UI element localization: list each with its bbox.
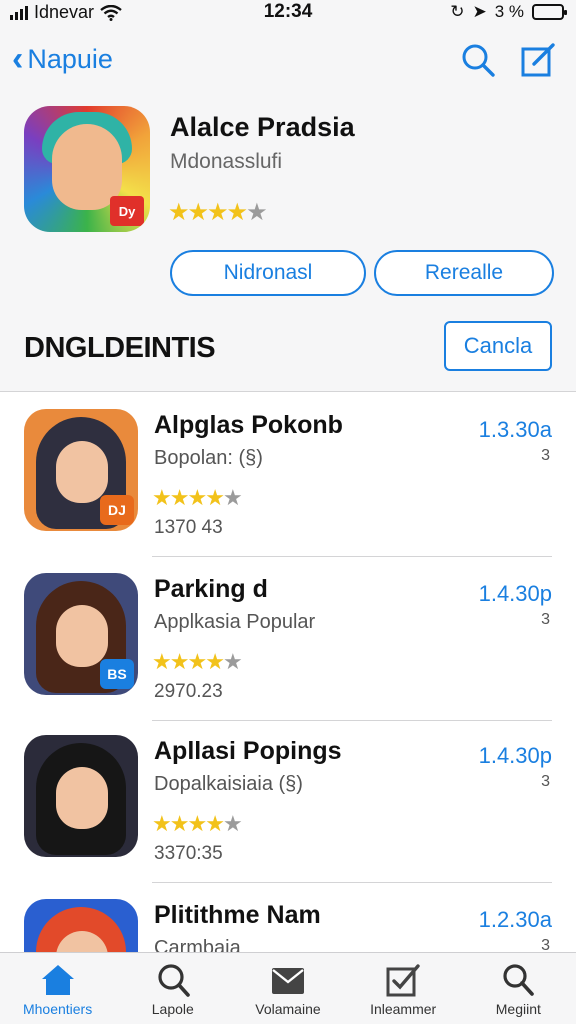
location-icon: ➤ [472, 2, 487, 21]
app-badge: Dy [110, 196, 144, 226]
list-item[interactable]: DJ Alpglas Pokonb Bopolan: (§) ★★★★★ 137… [0, 393, 576, 557]
app-subtitle: Carmbaia [154, 937, 241, 952]
app-version[interactable]: 1.4.30p [479, 743, 552, 769]
star-filled-icon: ★ [152, 485, 172, 510]
app-icon[interactable] [24, 735, 138, 857]
status-bar: Idnevar 12:34 ↻ ➤ 3 % [0, 0, 576, 26]
app-date: 3370:35 [154, 843, 223, 864]
app-date: 2970.23 [154, 681, 223, 702]
tab-more[interactable]: Megiint [461, 953, 576, 1024]
compose-icon[interactable] [518, 40, 558, 80]
app-tag: BS [100, 659, 134, 689]
app-subtitle: Bopolan: (§) [154, 447, 263, 469]
star-filled-icon: ★ [169, 485, 190, 510]
battery-percent: 3 % [494, 2, 524, 21]
character-face [56, 441, 108, 503]
star-filled-icon: ★ [226, 199, 248, 226]
star-filled-icon: ★ [187, 649, 207, 674]
app-icon[interactable] [24, 899, 138, 952]
section-header: DNGLDEINTIS Cancla [0, 304, 576, 392]
star-filled-icon: ★ [187, 199, 209, 226]
tab-label: Lapole [151, 1001, 194, 1017]
tab-bar: Mhoentiers Lapole Volamaine Inleammer Me… [0, 952, 576, 1024]
app-icon[interactable]: DJ [24, 409, 138, 531]
app-version[interactable]: 1.4.30p [479, 581, 552, 607]
featured-app-icon[interactable]: Dy [24, 106, 150, 232]
star-rating: ★★★★★ [168, 198, 268, 227]
featured-app: Dy Alalce Pradsia Mdonasslufi ★★★★★ Nidr… [0, 94, 576, 304]
app-count: 3 [541, 447, 550, 464]
mail-icon [271, 968, 304, 994]
app-icon[interactable]: BS [24, 573, 138, 695]
list-item[interactable]: Apllasi Popings Dopalkaisiaia (§) ★★★★★ … [0, 719, 576, 883]
tab-label: Megiint [495, 1001, 541, 1017]
app-list: DJ Alpglas Pokonb Bopolan: (§) ★★★★★ 137… [0, 393, 576, 952]
featured-app-title: Alalce Pradsia [170, 112, 355, 142]
tab-label: Volamaine [255, 1001, 321, 1017]
star-filled-icon: ★ [169, 811, 190, 836]
app-version[interactable]: 1.2.30a [479, 907, 552, 933]
app-title: Parking d [154, 575, 268, 603]
app-version[interactable]: 1.3.30a [479, 417, 552, 443]
navigation-bar: ‹ Napuie [0, 26, 576, 94]
app-date: 1370 43 [154, 517, 223, 538]
star-filled-icon: ★ [205, 649, 225, 674]
tab-home[interactable]: Mhoentiers [0, 953, 115, 1024]
status-right: ↻ ➤ 3 % [450, 2, 567, 22]
back-button[interactable]: ‹ Napuie [12, 42, 113, 76]
app-count: 3 [541, 937, 550, 952]
tab-label: Mhoentiers [22, 1001, 93, 1017]
star-filled-icon: ★ [207, 199, 228, 226]
star-filled-icon: ★ [187, 485, 207, 510]
tab-mail[interactable]: Volamaine [230, 953, 345, 1024]
star-empty-icon: ★ [222, 649, 243, 674]
app-subtitle: Applkasia Popular [154, 611, 316, 633]
home-icon [41, 965, 74, 995]
app-title: Plitithme Nam [154, 901, 321, 929]
battery-icon [532, 4, 567, 20]
chevron-left-icon: ‹ [12, 40, 24, 78]
cancel-button[interactable]: Cancla [444, 321, 552, 371]
app-subtitle: Dopalkaisiaia (§) [154, 773, 303, 795]
star-rating: ★★★★★ [152, 811, 243, 837]
tab-label: Inleammer [370, 1001, 437, 1017]
star-filled-icon: ★ [152, 811, 172, 836]
star-empty-icon: ★ [246, 199, 267, 226]
search-icon [158, 964, 190, 997]
star-empty-icon: ★ [222, 485, 243, 510]
section-title: DNGLDEINTIS [24, 332, 216, 364]
character-face [56, 605, 108, 667]
star-empty-icon: ★ [222, 811, 243, 836]
featured-app-subtitle: Mdonasslufi [170, 150, 283, 173]
tab-search[interactable]: Lapole [115, 953, 230, 1024]
star-filled-icon: ★ [169, 649, 190, 674]
primary-action-button[interactable]: Nidronasl [170, 250, 366, 296]
character-face [56, 767, 108, 829]
app-count: 3 [541, 773, 550, 790]
star-filled-icon: ★ [152, 649, 172, 674]
secondary-action-button[interactable]: Rerealle [374, 250, 554, 296]
star-filled-icon: ★ [205, 485, 225, 510]
rotation-lock-icon: ↻ [450, 2, 465, 21]
back-label: Napuie [27, 43, 113, 74]
list-item[interactable]: Plitithme Nam Carmbaia 1.2.30a 3 [0, 883, 576, 952]
star-rating: ★★★★★ [152, 649, 243, 675]
star-filled-icon: ★ [168, 199, 189, 226]
app-title: Alpglas Pokonb [154, 411, 343, 439]
star-filled-icon: ★ [205, 811, 225, 836]
search-icon [503, 964, 535, 996]
list-item[interactable]: BS Parking d Applkasia Popular ★★★★★ 297… [0, 557, 576, 721]
star-filled-icon: ★ [187, 811, 207, 836]
app-tag: DJ [100, 495, 134, 525]
tab-tasks[interactable]: Inleammer [346, 953, 461, 1024]
checkbox-icon [386, 964, 420, 997]
search-icon[interactable] [458, 40, 498, 80]
app-title: Apllasi Popings [154, 737, 342, 765]
app-count: 3 [541, 611, 550, 628]
star-rating: ★★★★★ [152, 485, 243, 511]
